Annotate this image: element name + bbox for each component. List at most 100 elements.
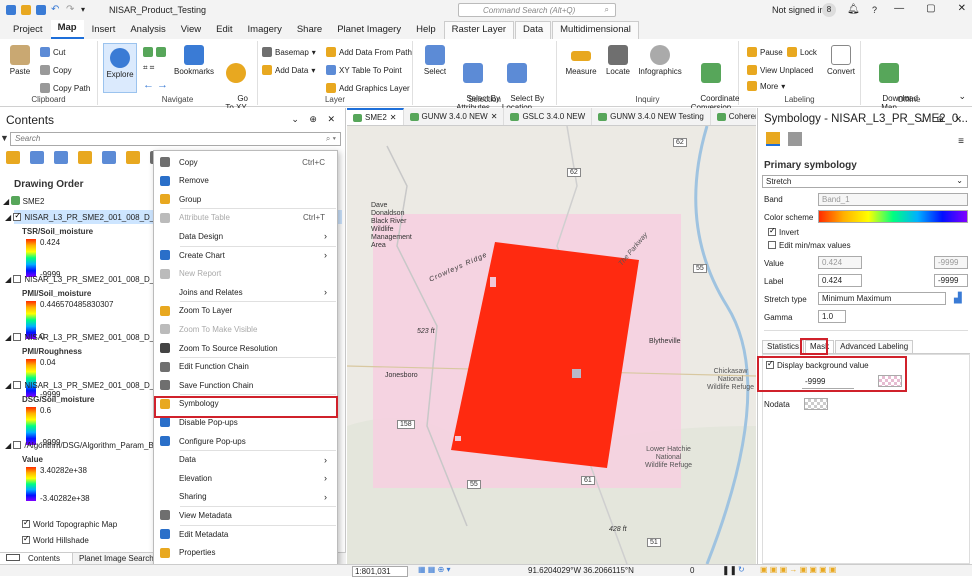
add-graphics-layer-button[interactable]: Add Graphics Layer bbox=[326, 83, 410, 93]
menu-item-remove[interactable]: Remove bbox=[154, 172, 337, 190]
tab-map[interactable]: Map bbox=[50, 20, 84, 39]
symbology-pane-icons[interactable]: ▣ ▣ ▣ → ▣ ▣ ▣ ▣ bbox=[760, 565, 836, 574]
layer-visibility-checkbox[interactable] bbox=[13, 333, 22, 341]
maximize-button[interactable]: ▢ bbox=[926, 3, 935, 14]
menu-item-data-design[interactable]: Data Design › bbox=[154, 227, 337, 245]
histogram-icon[interactable]: ▟ bbox=[954, 293, 962, 304]
lock-button[interactable]: Lock bbox=[787, 47, 817, 57]
locate-button[interactable]: Locate bbox=[603, 45, 633, 76]
label-max-field[interactable]: 0.424 bbox=[818, 274, 862, 287]
group-layer-sme2[interactable]: ◢ SME2 bbox=[3, 196, 44, 206]
redo-icon[interactable]: ↷ bbox=[66, 5, 76, 15]
add-data-from-path-button[interactable]: Add Data From Path bbox=[326, 47, 412, 57]
invert-checkbox[interactable]: Invert bbox=[768, 226, 799, 237]
expand-icon[interactable]: ◢ bbox=[5, 333, 13, 342]
menu-item-edit-function-chain[interactable]: Edit Function Chain bbox=[154, 358, 337, 376]
pane-controls[interactable]: ⌄ ⊕ ✕ bbox=[291, 114, 339, 125]
list-by-snapping-icon[interactable] bbox=[102, 151, 116, 164]
add-data-button[interactable]: Add Data ▾ bbox=[262, 65, 315, 75]
xy-table-button[interactable]: XY Table To Point bbox=[326, 65, 402, 75]
map-tab-gunw-3-4-0-new[interactable]: GUNW 3.4.0 NEW ✕ bbox=[404, 108, 505, 125]
tab-statistics[interactable]: Statistics bbox=[762, 340, 805, 353]
measure-button[interactable]: Measure bbox=[563, 45, 599, 76]
close-icon[interactable]: ✕ bbox=[491, 112, 498, 121]
basemap-visibility-checkbox[interactable] bbox=[22, 534, 30, 544]
list-by-drawing-order-icon[interactable] bbox=[6, 151, 20, 164]
menu-item-view-metadata[interactable]: View Metadata bbox=[154, 506, 337, 524]
customize-icon[interactable]: ▾ bbox=[81, 5, 91, 15]
stretch-type-select[interactable]: Minimum Maximum bbox=[818, 292, 946, 305]
menu-item-configure-pop-ups[interactable]: Configure Pop-ups bbox=[154, 432, 337, 450]
edit-minmax-checkbox[interactable]: Edit min/max values bbox=[768, 241, 851, 250]
tab-planet-imagery[interactable]: Planet Imagery bbox=[330, 22, 408, 39]
minimize-button[interactable]: — bbox=[894, 3, 904, 14]
layer-visibility-checkbox[interactable] bbox=[13, 275, 22, 283]
list-by-editing-icon[interactable] bbox=[78, 151, 92, 164]
menu-icon[interactable]: ≡ bbox=[958, 136, 964, 147]
menu-item-zoom-to-layer[interactable]: Zoom To Layer bbox=[154, 302, 337, 320]
layer-row[interactable]: ◢ /Algorithm/DSG/Algorithm_Param_Be bbox=[5, 441, 158, 450]
undo-icon[interactable]: ↶ bbox=[51, 5, 61, 15]
paste-button[interactable]: Paste bbox=[6, 45, 34, 76]
nodata-color-picker[interactable] bbox=[804, 398, 828, 410]
map-view[interactable]: SME2 ✕ GUNW 3.4.0 NEW ✕ GSLC 3.4.0 NEW GUNW 3… bbox=[347, 108, 756, 564]
tab-multidimensional[interactable]: Multidimensional bbox=[552, 21, 639, 39]
value-min-field[interactable]: -9999 bbox=[934, 256, 968, 269]
signed-in-status[interactable]: Not signed in bbox=[772, 5, 825, 15]
tab-planet-image-search[interactable]: Planet Image Search bbox=[73, 553, 160, 564]
color-scheme-select[interactable] bbox=[818, 210, 968, 223]
band-select[interactable]: Band_1 bbox=[818, 193, 968, 206]
menu-item-copy[interactable]: Copy Ctrl+C bbox=[154, 153, 337, 171]
expand-icon[interactable]: ◢ bbox=[3, 197, 9, 206]
list-by-source-icon[interactable] bbox=[30, 151, 44, 164]
edit-minmax-checkbox-box[interactable] bbox=[768, 241, 776, 249]
map-tab-sme2[interactable]: SME2 ✕ bbox=[347, 108, 404, 125]
copy-path-button[interactable]: Copy Path bbox=[40, 83, 90, 93]
explore-button[interactable]: Explore bbox=[103, 43, 137, 93]
back-forward-icon[interactable]: ← → bbox=[143, 79, 168, 91]
copy-button[interactable]: Copy bbox=[40, 65, 72, 75]
layer-row[interactable]: ◢ NISAR_L3_PR_SME2_001_008_D_070_ bbox=[5, 333, 172, 342]
menu-item-create-chart[interactable]: Create Chart › bbox=[154, 246, 337, 264]
layer-visibility-checkbox[interactable] bbox=[13, 211, 22, 221]
gamma-field[interactable]: 1.0 bbox=[818, 310, 846, 323]
pause-button[interactable]: Pause bbox=[747, 47, 783, 57]
infographics-button[interactable]: Infographics bbox=[637, 45, 683, 76]
vary-symbology-icon[interactable] bbox=[788, 132, 802, 146]
renderer-select[interactable]: Stretch bbox=[762, 175, 968, 188]
view-unplaced-button[interactable]: View Unplaced bbox=[747, 65, 813, 75]
tab-view[interactable]: View bbox=[174, 22, 208, 39]
layer-row[interactable]: ◢ NISAR_L3_PR_SME2_001_008_D_070_ bbox=[5, 211, 172, 222]
cut-button[interactable]: Cut bbox=[40, 47, 65, 57]
tab-project[interactable]: Project bbox=[6, 22, 50, 39]
tab-help[interactable]: Help bbox=[409, 22, 443, 39]
zoom-fixed-icon[interactable]: ⌗ ⌗ bbox=[143, 63, 154, 73]
avatar[interactable]: 8 bbox=[822, 3, 836, 17]
select-button[interactable]: Select bbox=[421, 45, 449, 76]
expand-icon[interactable]: ◢ bbox=[5, 441, 13, 450]
expand-icon[interactable]: ◢ bbox=[5, 381, 13, 390]
close-button[interactable]: ✕ bbox=[958, 3, 966, 14]
menu-item-properties[interactable]: Properties bbox=[154, 544, 337, 562]
open-project-icon[interactable] bbox=[21, 5, 31, 15]
scale-select[interactable]: 1:801,031 bbox=[352, 566, 408, 577]
map-tab-gunw-3-4-0-new-testing[interactable]: GUNW 3.4.0 NEW Testing bbox=[592, 108, 711, 125]
menu-item-sharing[interactable]: Sharing › bbox=[154, 488, 337, 506]
expand-icon[interactable]: ◢ bbox=[5, 275, 13, 284]
menu-item-group[interactable]: Group bbox=[154, 190, 337, 208]
menu-item-zoom-to-source-resolution[interactable]: Zoom To Source Resolution bbox=[154, 339, 337, 357]
close-icon[interactable]: ✕ bbox=[390, 113, 397, 122]
tab-raster-layer[interactable]: Raster Layer bbox=[443, 21, 515, 39]
map-tab-coherer[interactable]: Coherer bbox=[711, 108, 756, 125]
tab-advanced-labeling[interactable]: Advanced Labeling bbox=[835, 340, 914, 353]
menu-item-edit-metadata[interactable]: Edit Metadata bbox=[154, 525, 337, 543]
splitter[interactable] bbox=[764, 330, 968, 331]
layer-row[interactable]: ◢ NISAR_L3_PR_SME2_001_008_D_070_ bbox=[5, 381, 172, 390]
list-by-selection-icon[interactable] bbox=[54, 151, 68, 164]
collapse-ribbon-icon[interactable]: ⌄ bbox=[958, 91, 966, 102]
basemap-button[interactable]: Basemap ▾ bbox=[262, 47, 316, 57]
label-min-field[interactable]: -9999 bbox=[934, 274, 968, 287]
tab-analysis[interactable]: Analysis bbox=[123, 22, 172, 39]
invert-checkbox-box[interactable] bbox=[768, 226, 776, 236]
save-project-icon[interactable] bbox=[36, 5, 46, 15]
